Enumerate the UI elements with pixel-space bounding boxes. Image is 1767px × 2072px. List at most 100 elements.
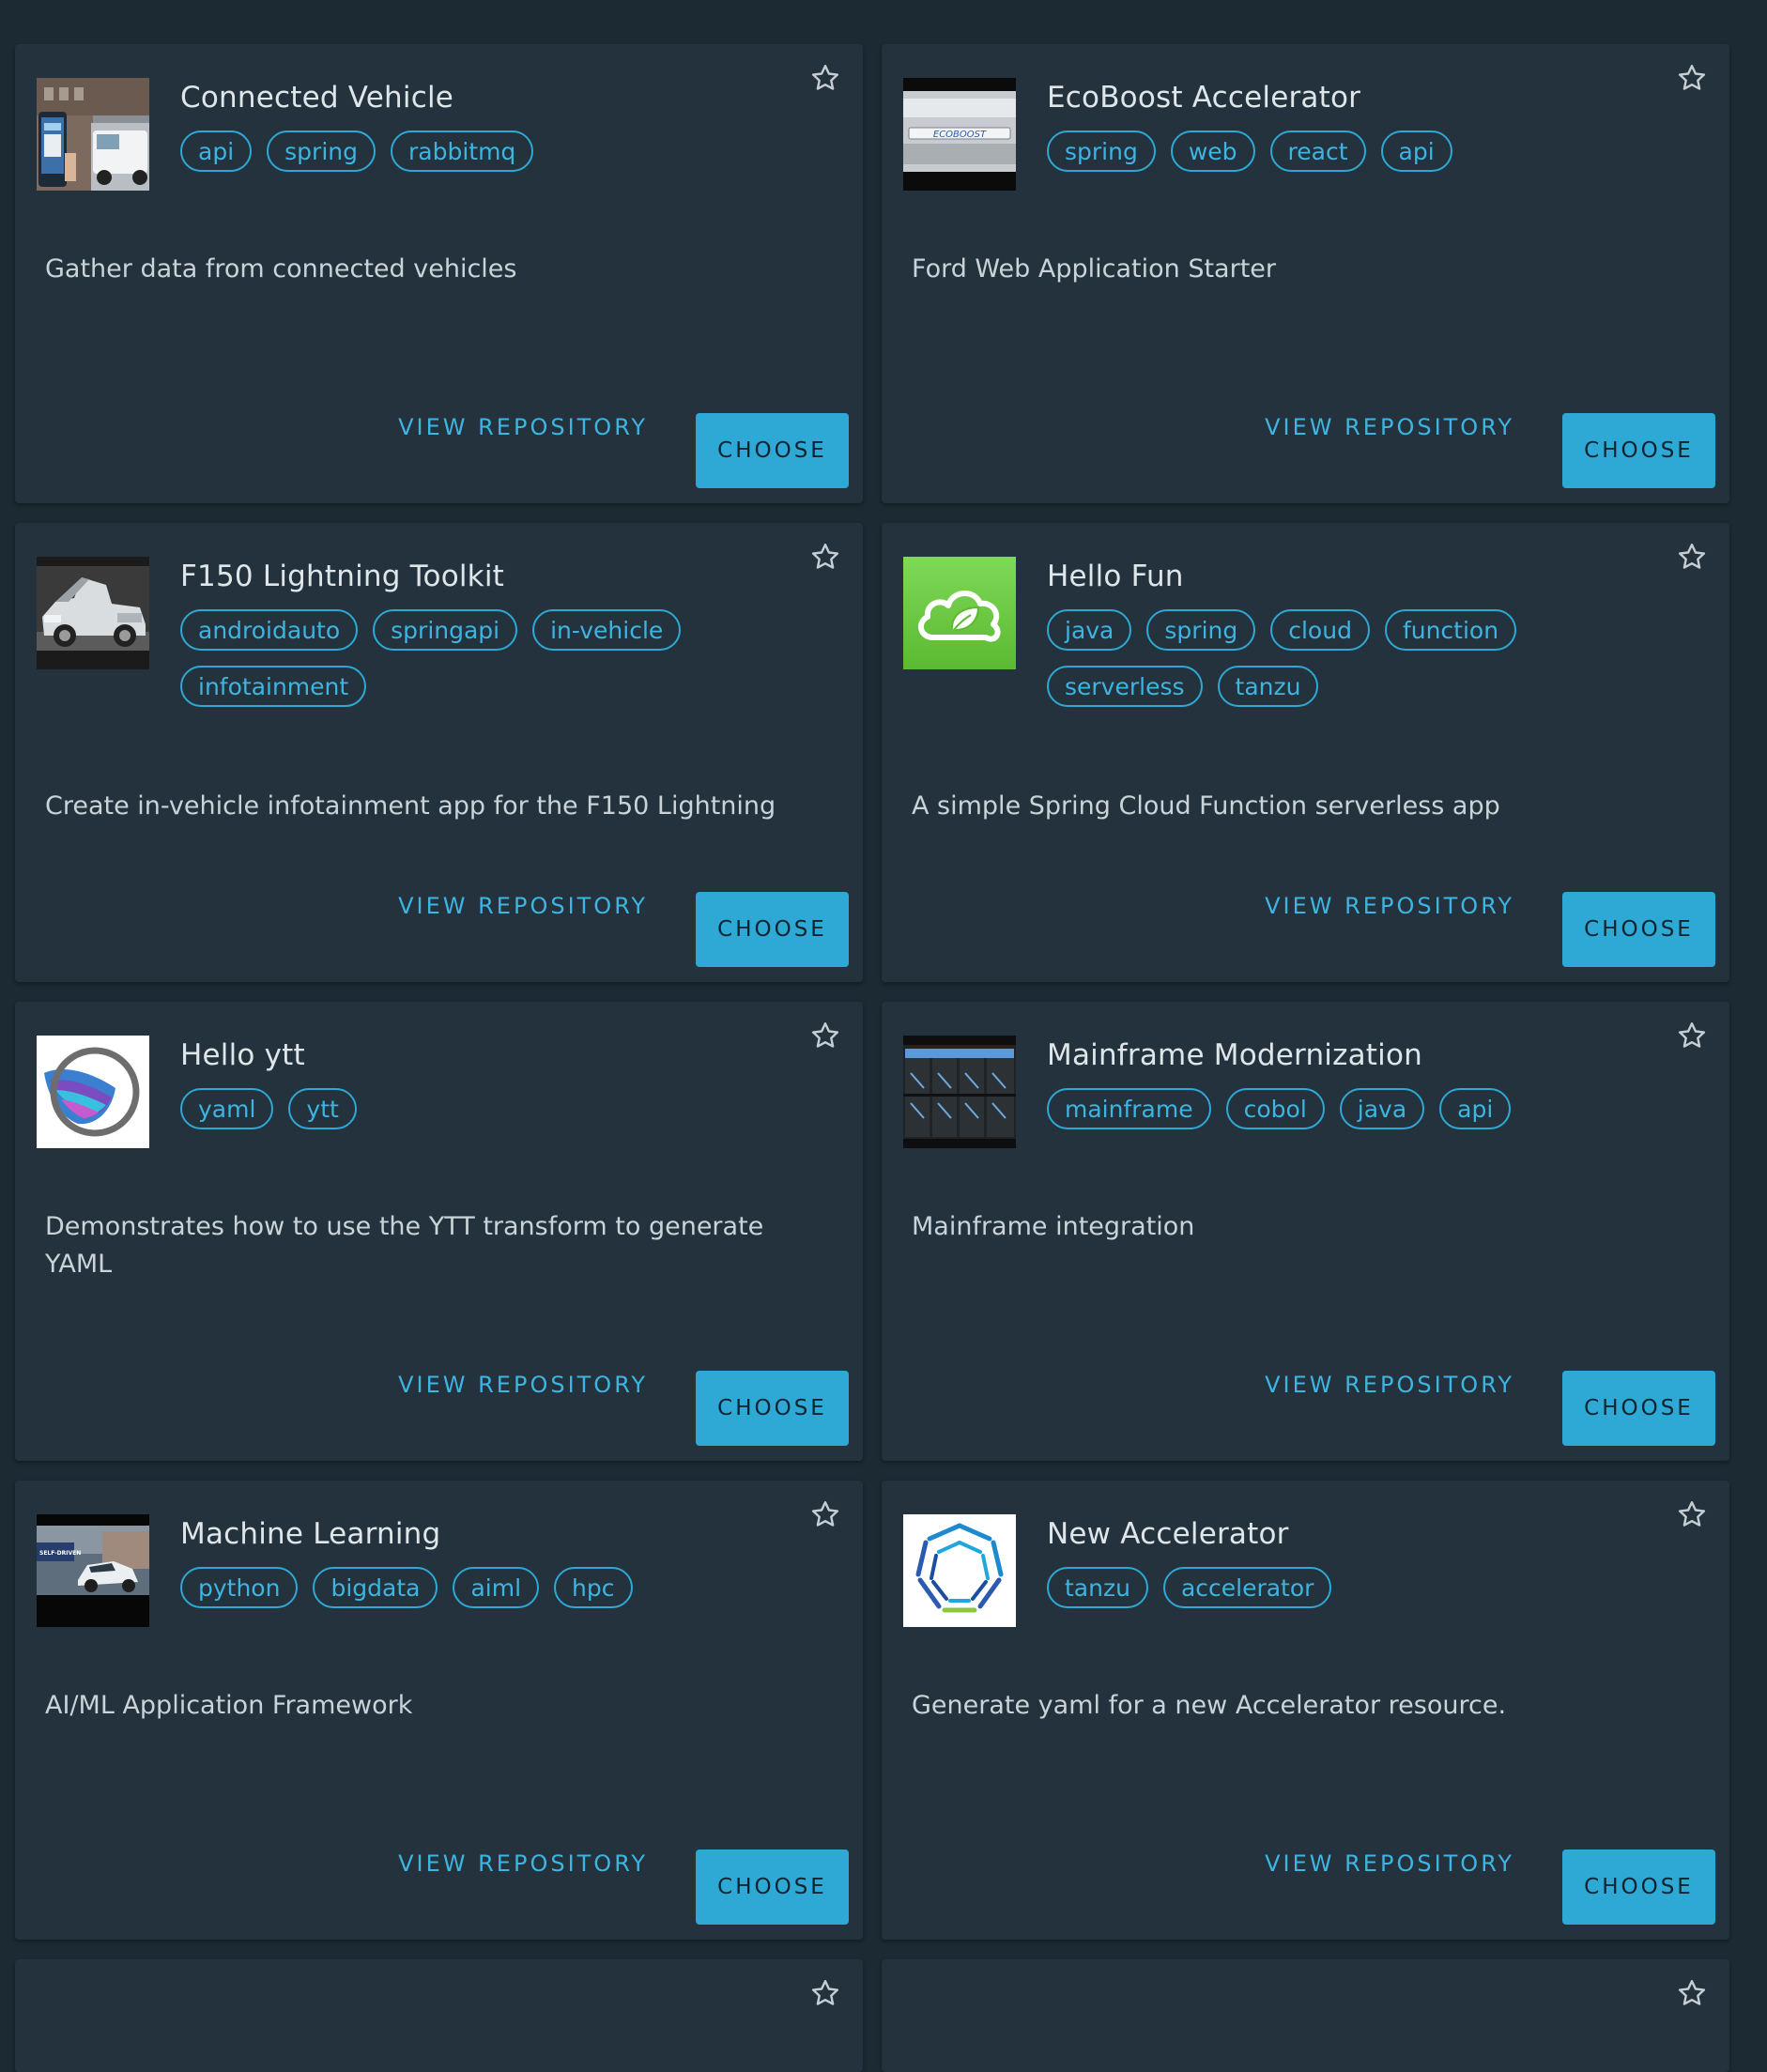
card-description: Ford Web Application Starter — [912, 254, 1276, 284]
favorite-star-icon[interactable] — [1675, 1497, 1709, 1531]
connected-vehicle-thumbnail — [37, 78, 149, 191]
card-title: Hello ytt — [180, 1038, 305, 1072]
favorite-star-icon[interactable] — [1675, 1019, 1709, 1052]
choose-button[interactable]: CHOOSE — [1562, 1849, 1715, 1925]
choose-button[interactable]: CHOOSE — [696, 892, 849, 967]
tag[interactable]: aiml — [453, 1567, 540, 1608]
tag[interactable]: java — [1339, 1088, 1425, 1129]
spring-cloud-logo — [903, 557, 1016, 669]
tag[interactable]: cloud — [1270, 609, 1370, 651]
tag-list: python bigdata aiml hpc — [180, 1567, 819, 1608]
view-repository-button[interactable]: VIEW REPOSITORY — [383, 1347, 663, 1422]
card-title: New Accelerator — [1047, 1517, 1289, 1551]
view-repository-button[interactable]: VIEW REPOSITORY — [383, 390, 663, 465]
tag[interactable]: in-vehicle — [532, 609, 682, 651]
accelerator-card-partial — [15, 1959, 863, 2072]
f150-thumbnail — [37, 557, 149, 669]
tag-list: yaml ytt — [180, 1088, 819, 1129]
view-repository-button[interactable]: VIEW REPOSITORY — [1250, 1347, 1529, 1422]
tag[interactable]: react — [1269, 130, 1366, 172]
favorite-star-icon[interactable] — [1675, 61, 1709, 95]
accelerator-card-f150-lightning-toolkit: F150 Lightning Toolkit androidauto sprin… — [15, 523, 863, 982]
choose-button[interactable]: CHOOSE — [1562, 892, 1715, 967]
accelerator-card-hello-fun: Hello Fun java spring cloud function ser… — [882, 523, 1729, 982]
card-title: Machine Learning — [180, 1517, 441, 1551]
choose-button[interactable]: CHOOSE — [1562, 1371, 1715, 1446]
favorite-star-icon[interactable] — [808, 61, 842, 95]
machine-learning-thumbnail: SELF-DRIVEN — [37, 1514, 149, 1627]
tag-list: api spring rabbitmq — [180, 130, 819, 172]
card-description: Create in-vehicle infotainment app for t… — [45, 791, 776, 821]
favorite-star-icon[interactable] — [808, 1019, 842, 1052]
tag[interactable]: java — [1047, 609, 1132, 651]
view-repository-button[interactable]: VIEW REPOSITORY — [1250, 390, 1529, 465]
mainframe-thumbnail — [903, 1036, 1016, 1148]
tag[interactable]: rabbitmq — [390, 130, 534, 172]
accelerator-card-grid: Connected Vehicle api spring rabbitmq Ga… — [15, 44, 1731, 2072]
card-description: Demonstrates how to use the YTT transfor… — [45, 1212, 764, 1279]
choose-button[interactable]: CHOOSE — [696, 413, 849, 488]
tag[interactable]: ytt — [288, 1088, 357, 1129]
accelerator-card-hello-ytt: Hello ytt yaml ytt Demonstrates how to u… — [15, 1002, 863, 1461]
tag-list: mainframe cobol java api — [1047, 1088, 1685, 1129]
tanzu-accelerator-logo — [903, 1514, 1016, 1627]
card-title: Mainframe Modernization — [1047, 1038, 1422, 1072]
accelerator-card-machine-learning: SELF-DRIVEN Machine Learning python bigd… — [15, 1481, 863, 1940]
tag-list: java spring cloud function serverless ta… — [1047, 609, 1685, 707]
tag[interactable]: bigdata — [313, 1567, 438, 1608]
accelerator-card-new-accelerator: New Accelerator tanzu accelerator Genera… — [882, 1481, 1729, 1940]
card-title: F150 Lightning Toolkit — [180, 560, 504, 593]
tag[interactable]: spring — [1047, 130, 1156, 172]
tag[interactable]: spring — [267, 130, 376, 172]
card-description: Generate yaml for a new Accelerator reso… — [912, 1691, 1507, 1720]
view-repository-button[interactable]: VIEW REPOSITORY — [1250, 1826, 1529, 1901]
machine-learning-image-text: SELF-DRIVEN — [39, 1550, 81, 1557]
tag[interactable]: serverless — [1047, 666, 1203, 707]
accelerator-card-mainframe-modernization: Mainframe Modernization mainframe cobol … — [882, 1002, 1729, 1461]
view-repository-button[interactable]: VIEW REPOSITORY — [1250, 868, 1529, 944]
favorite-star-icon[interactable] — [808, 1497, 842, 1531]
tag[interactable]: api — [1439, 1088, 1512, 1129]
favorite-star-icon[interactable] — [1675, 540, 1709, 574]
tag[interactable]: python — [180, 1567, 299, 1608]
ytt-logo — [37, 1036, 149, 1148]
card-description: A simple Spring Cloud Function serverles… — [912, 791, 1500, 821]
tag[interactable]: yaml — [180, 1088, 274, 1129]
favorite-star-icon[interactable] — [808, 1976, 842, 2010]
tag[interactable]: androidauto — [180, 609, 359, 651]
tag[interactable]: cobol — [1225, 1088, 1325, 1129]
ecoboost-thumbnail: ECOBOOST — [903, 78, 1016, 191]
accelerator-card-ecoboost-accelerator: ECOBOOST EcoBoost Accelerator spring web… — [882, 44, 1729, 503]
ecoboost-image-text: ECOBOOST — [933, 130, 987, 140]
tag[interactable]: spring — [1146, 609, 1256, 651]
tag[interactable]: infotainment — [180, 666, 367, 707]
card-description: Mainframe integration — [912, 1212, 1195, 1241]
favorite-star-icon[interactable] — [1675, 1976, 1709, 2010]
card-title: EcoBoost Accelerator — [1047, 81, 1361, 115]
accelerator-card-connected-vehicle: Connected Vehicle api spring rabbitmq Ga… — [15, 44, 863, 503]
card-title: Hello Fun — [1047, 560, 1184, 593]
tag[interactable]: springapi — [373, 609, 518, 651]
choose-button[interactable]: CHOOSE — [696, 1371, 849, 1446]
tag[interactable]: web — [1170, 130, 1255, 172]
tag[interactable]: accelerator — [1162, 1567, 1332, 1608]
tag[interactable]: hpc — [554, 1567, 633, 1608]
favorite-star-icon[interactable] — [808, 540, 842, 574]
tag-list: androidauto springapi in-vehicle infotai… — [180, 609, 819, 707]
tag-list: tanzu accelerator — [1047, 1567, 1685, 1608]
tag[interactable]: api — [180, 130, 253, 172]
tag[interactable]: api — [1380, 130, 1452, 172]
tag[interactable]: mainframe — [1047, 1088, 1211, 1129]
tag[interactable]: tanzu — [1047, 1567, 1148, 1608]
accelerator-card-partial — [882, 1959, 1729, 2072]
tag[interactable]: function — [1384, 609, 1517, 651]
choose-button[interactable]: CHOOSE — [696, 1849, 849, 1925]
tag-list: spring web react api — [1047, 130, 1685, 172]
view-repository-button[interactable]: VIEW REPOSITORY — [383, 1826, 663, 1901]
choose-button[interactable]: CHOOSE — [1562, 413, 1715, 488]
card-description: AI/ML Application Framework — [45, 1691, 413, 1720]
card-title: Connected Vehicle — [180, 81, 454, 115]
view-repository-button[interactable]: VIEW REPOSITORY — [383, 868, 663, 944]
card-description: Gather data from connected vehicles — [45, 254, 517, 284]
tag[interactable]: tanzu — [1217, 666, 1319, 707]
